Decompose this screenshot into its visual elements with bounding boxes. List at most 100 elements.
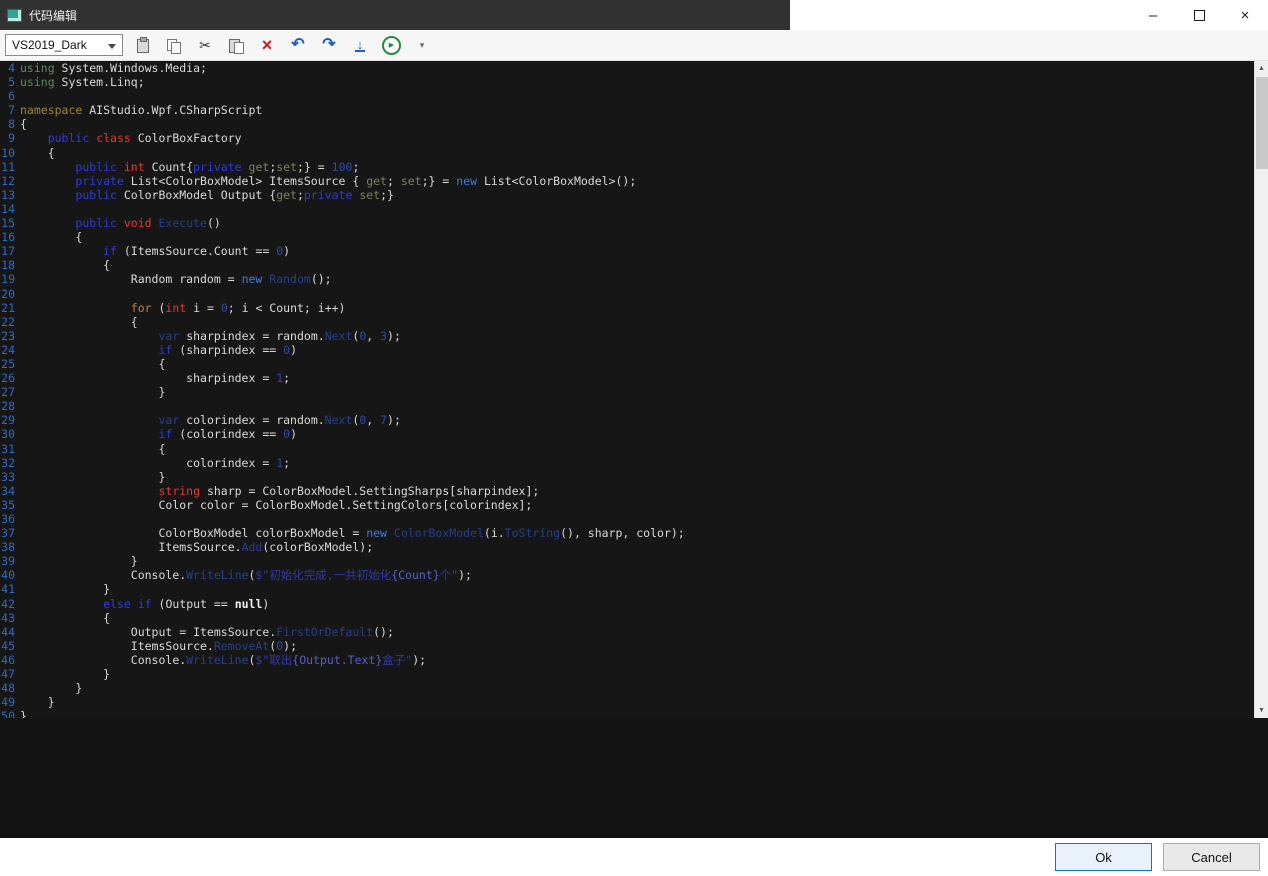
line-number: 14 <box>0 202 20 216</box>
code-line: 49 } <box>0 695 1254 709</box>
code-line: 31 { <box>0 442 1254 456</box>
code-text: { <box>20 357 165 371</box>
toolbar-overflow-button[interactable]: ▾ <box>411 34 433 56</box>
code-text: ItemsSource.RemoveAt(0); <box>20 639 297 653</box>
line-number: 19 <box>0 272 20 286</box>
code-text: Random random = new Random(); <box>20 272 332 286</box>
code-editor[interactable]: 4using System.Windows.Media;5using Syste… <box>0 61 1254 718</box>
code-text: Console.WriteLine($"取出{Output.Text}盒子"); <box>20 653 426 667</box>
minimize-button[interactable]: – <box>1130 0 1176 30</box>
code-lines: 4using System.Windows.Media;5using Syste… <box>0 61 1254 718</box>
line-number: 33 <box>0 470 20 484</box>
code-line: 24 if (sharpindex == 0) <box>0 343 1254 357</box>
save-button[interactable]: ↓ <box>349 34 371 56</box>
copy-icon <box>166 37 182 53</box>
code-text: { <box>20 230 82 244</box>
line-number: 12 <box>0 174 20 188</box>
code-text: var colorindex = random.Next(0, 7); <box>20 413 401 427</box>
cut-icon: ✂ <box>199 37 211 54</box>
code-text: colorindex = 1; <box>20 456 290 470</box>
code-line: 13 public ColorBoxModel Output {get;priv… <box>0 188 1254 202</box>
code-text: var sharpindex = random.Next(0, 3); <box>20 329 401 343</box>
code-line: 35 Color color = ColorBoxModel.SettingCo… <box>0 498 1254 512</box>
save-icon: ↓ <box>355 39 366 52</box>
line-number: 25 <box>0 357 20 371</box>
theme-select[interactable]: VS2019_Dark <box>5 34 123 56</box>
line-number: 5 <box>0 75 20 89</box>
app-window-icon <box>7 9 22 22</box>
code-line: 5using System.Linq; <box>0 75 1254 89</box>
close-button[interactable]: × <box>1222 0 1268 30</box>
code-line: 12 private List<ColorBoxModel> ItemsSour… <box>0 174 1254 188</box>
code-line: 30 if (colorindex == 0) <box>0 427 1254 441</box>
copy-button[interactable] <box>163 34 185 56</box>
run-icon: ▶ <box>382 36 401 55</box>
undo-icon: ↶ <box>291 37 304 53</box>
code-text: { <box>20 146 55 160</box>
cancel-button[interactable]: Cancel <box>1163 843 1260 871</box>
code-line: 18 { <box>0 258 1254 272</box>
delete-button[interactable]: × <box>256 34 278 56</box>
line-number: 38 <box>0 540 20 554</box>
line-number: 40 <box>0 568 20 582</box>
code-line: 29 var colorindex = random.Next(0, 7); <box>0 413 1254 427</box>
maximize-icon <box>1194 10 1205 21</box>
line-number: 29 <box>0 413 20 427</box>
minimize-icon: – <box>1149 7 1157 24</box>
chevron-down-icon <box>108 44 116 49</box>
code-line: 16 { <box>0 230 1254 244</box>
line-number: 23 <box>0 329 20 343</box>
code-line: 27 } <box>0 385 1254 399</box>
code-text: ColorBoxModel colorBoxModel = new ColorB… <box>20 526 685 540</box>
delete-icon: × <box>262 37 273 53</box>
scroll-down-icon: ▼ <box>1258 707 1265 714</box>
line-number: 37 <box>0 526 20 540</box>
cut-button[interactable]: ✂ <box>194 34 216 56</box>
code-line: 7namespace AIStudio.Wpf.CSharpScript <box>0 103 1254 117</box>
code-line: 34 string sharp = ColorBoxModel.SettingS… <box>0 484 1254 498</box>
code-text: public void Execute() <box>20 216 221 230</box>
code-text: public class ColorBoxFactory <box>20 131 242 145</box>
code-line: 39 } <box>0 554 1254 568</box>
line-number: 39 <box>0 554 20 568</box>
code-text: } <box>20 695 55 709</box>
line-number: 20 <box>0 287 20 301</box>
code-text: using System.Windows.Media; <box>20 61 207 75</box>
theme-select-value: VS2019_Dark <box>12 38 87 52</box>
titlebar: 代码编辑 – × <box>0 0 1268 30</box>
cancel-button-label: Cancel <box>1191 850 1231 865</box>
code-text: if (sharpindex == 0) <box>20 343 297 357</box>
code-text: else if (Output == null) <box>20 597 269 611</box>
clipboard-button[interactable] <box>132 34 154 56</box>
line-number: 48 <box>0 681 20 695</box>
paste-button[interactable] <box>225 34 247 56</box>
scroll-up-button[interactable]: ▲ <box>1255 61 1268 76</box>
code-text: } <box>20 681 82 695</box>
code-line: 41 } <box>0 582 1254 596</box>
code-line: 46 Console.WriteLine($"取出{Output.Text}盒子… <box>0 653 1254 667</box>
code-text: public int Count{private get;set;} = 100… <box>20 160 359 174</box>
line-number: 43 <box>0 611 20 625</box>
vertical-scrollbar[interactable]: ▲ ▼ <box>1254 61 1268 718</box>
line-number: 9 <box>0 131 20 145</box>
redo-icon: ↷ <box>322 37 335 53</box>
code-text: } <box>20 470 165 484</box>
code-line: 32 colorindex = 1; <box>0 456 1254 470</box>
code-edit-window: 代码编辑 – × VS2019_Dark ✂ <box>0 0 1268 876</box>
line-number: 50 <box>0 709 20 718</box>
undo-button[interactable]: ↶ <box>287 34 309 56</box>
maximize-button[interactable] <box>1176 0 1222 30</box>
clipboard-icon <box>135 37 151 53</box>
run-button[interactable]: ▶ <box>380 34 402 56</box>
code-line: 10 { <box>0 146 1254 160</box>
line-number: 45 <box>0 639 20 653</box>
scrollbar-thumb[interactable] <box>1256 77 1268 169</box>
scroll-down-button[interactable]: ▼ <box>1255 703 1268 718</box>
redo-button[interactable]: ↷ <box>318 34 340 56</box>
code-line: 42 else if (Output == null) <box>0 597 1254 611</box>
code-text: sharpindex = 1; <box>20 371 290 385</box>
ok-button[interactable]: Ok <box>1055 843 1152 871</box>
code-line: 14 <box>0 202 1254 216</box>
line-number: 27 <box>0 385 20 399</box>
line-number: 6 <box>0 89 20 103</box>
